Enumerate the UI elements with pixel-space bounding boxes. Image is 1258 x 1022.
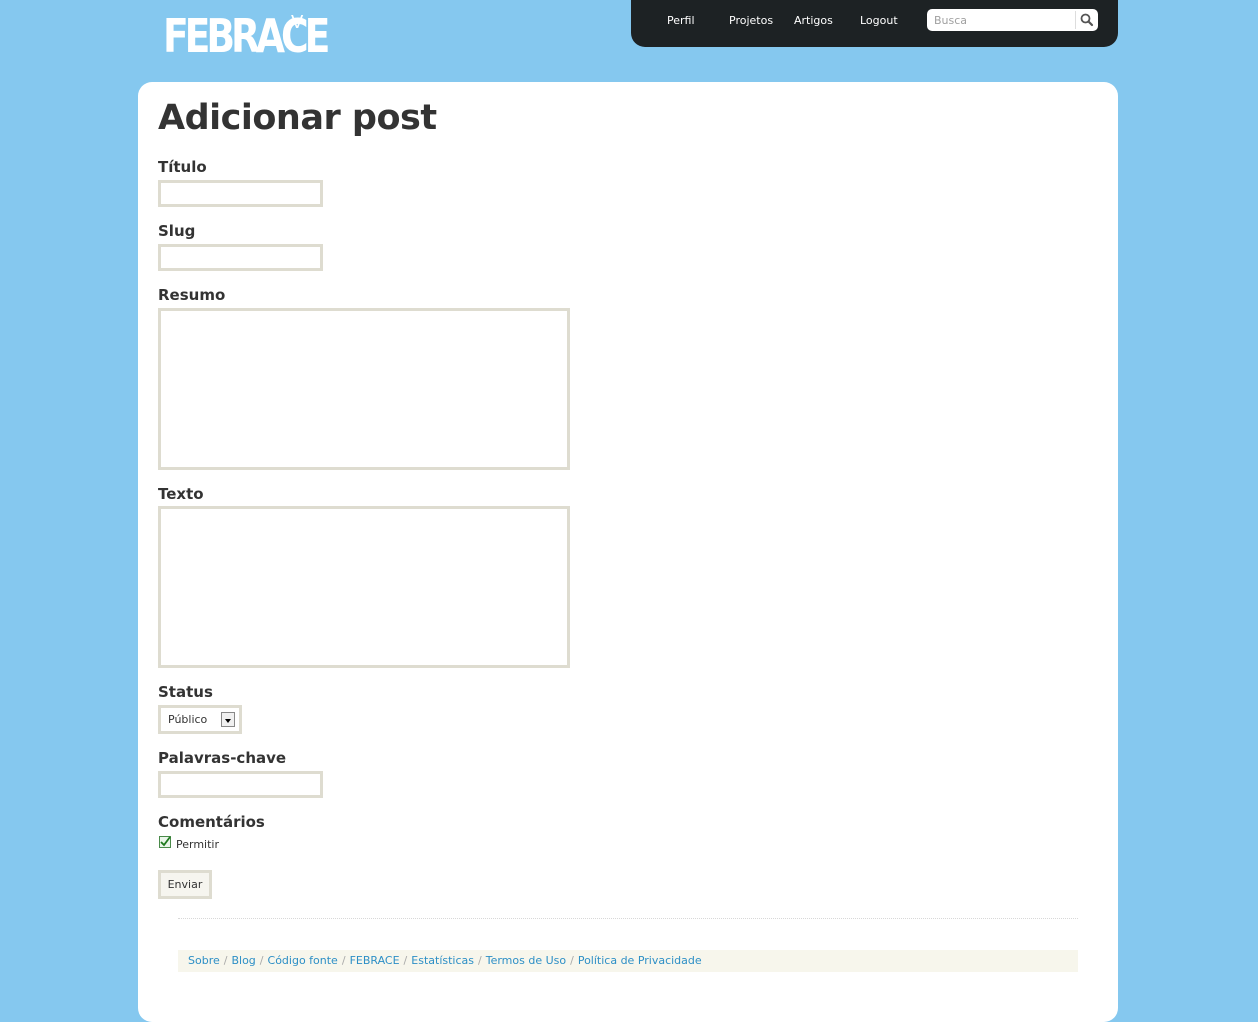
status-select[interactable]: Público (158, 705, 242, 734)
footer-divider (178, 918, 1078, 919)
chevron-down-icon[interactable] (221, 712, 235, 727)
slug-label: Slug (158, 222, 196, 240)
footer-link-blog[interactable]: Blog (231, 954, 255, 967)
page-title: Adicionar post (158, 98, 437, 138)
top-navigation-bar: Perfil Projetos Artigos Logout (631, 0, 1118, 47)
footer-link-codigo-fonte[interactable]: Código fonte (268, 954, 338, 967)
logo-superscript: V (291, 12, 304, 33)
status-selected-value: Público (168, 713, 208, 726)
checkmark-icon (160, 836, 171, 847)
search-box (927, 9, 1098, 31)
main-content-card: Adicionar post Título Slug Resumo Texto … (138, 82, 1118, 1022)
footer-link-febrace[interactable]: FEBRACE (350, 954, 400, 967)
footer-separator: / (223, 954, 228, 967)
footer-separator: / (259, 954, 264, 967)
titulo-input[interactable] (158, 180, 323, 207)
status-label: Status (158, 683, 213, 701)
enviar-button[interactable]: Enviar (158, 870, 212, 899)
nav-perfil[interactable]: Perfil (667, 14, 695, 27)
footer-link-termos-de-uso[interactable]: Termos de Uso (486, 954, 566, 967)
footer-link-estatisticas[interactable]: Estatísticas (411, 954, 474, 967)
titulo-label: Título (158, 158, 207, 176)
footer-link-politica-de-privacidade[interactable]: Política de Privacidade (578, 954, 702, 967)
search-input[interactable] (929, 11, 1074, 29)
comentarios-label: Comentários (158, 813, 265, 831)
permitir-checkbox[interactable] (159, 836, 171, 848)
footer-separator: / (403, 954, 408, 967)
footer-separator: / (478, 954, 482, 967)
footer-links: Sobre / Blog / Código fonte / FEBRACE / Estatíst… (178, 950, 1078, 972)
footer-separator: / (570, 954, 574, 967)
texto-textarea[interactable] (158, 506, 570, 668)
resumo-label: Resumo (158, 286, 226, 304)
search-divider (1075, 11, 1076, 29)
nav-projetos[interactable]: Projetos (729, 14, 773, 27)
nav-logout[interactable]: Logout (860, 14, 898, 27)
footer-separator: / (341, 954, 346, 967)
nav-artigos[interactable]: Artigos (794, 14, 833, 27)
footer-link-sobre[interactable]: Sobre (188, 954, 220, 967)
texto-label: Texto (158, 485, 204, 503)
palavras-chave-input[interactable] (158, 771, 323, 798)
palavras-chave-label: Palavras-chave (158, 749, 287, 767)
febrace-logo[interactable]: FEBRACE V (163, 10, 362, 62)
slug-input[interactable] (158, 244, 323, 271)
resumo-textarea[interactable] (158, 308, 570, 470)
permitir-label: Permitir (176, 838, 220, 851)
search-icon[interactable] (1079, 12, 1095, 28)
